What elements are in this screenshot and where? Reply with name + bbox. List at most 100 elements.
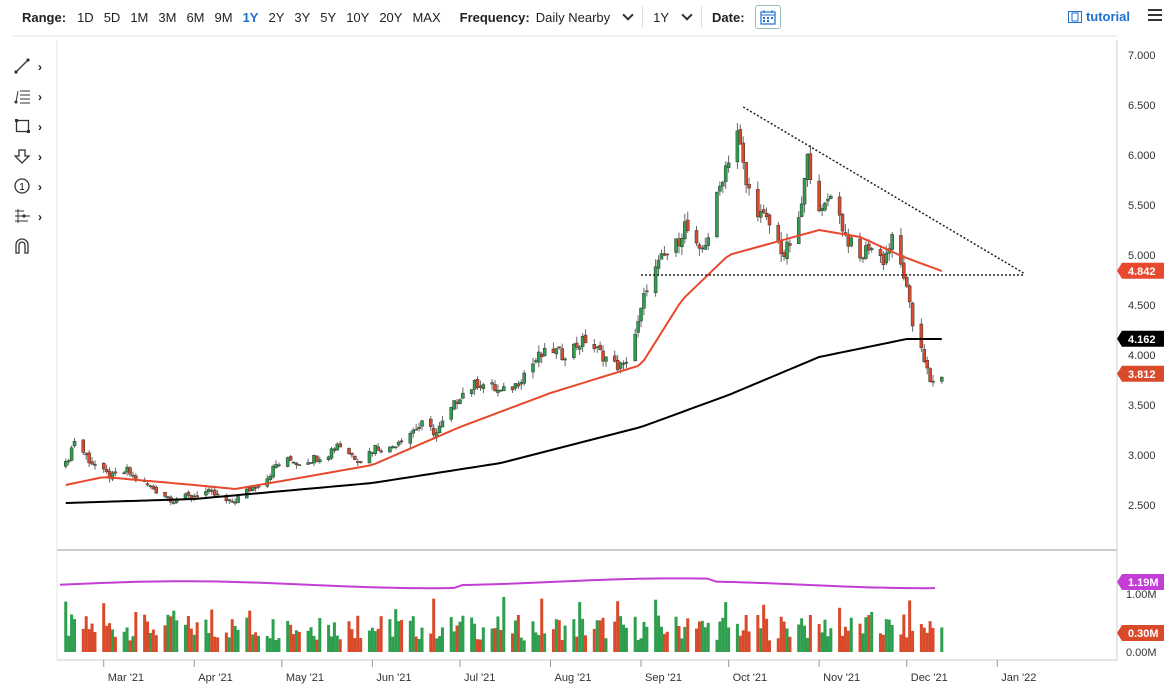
- volume-bar: [359, 637, 363, 652]
- candle-down: [747, 184, 751, 189]
- volume-bar: [189, 628, 193, 652]
- volume-bar: [703, 627, 707, 652]
- candle-up: [639, 307, 643, 322]
- candle-up: [227, 499, 232, 501]
- candle-down: [539, 353, 544, 358]
- candle-up: [131, 474, 135, 477]
- candle-up: [869, 248, 874, 250]
- candle-up: [618, 362, 623, 369]
- candle-down: [93, 464, 97, 466]
- candle-up: [64, 461, 68, 467]
- candle-up: [370, 452, 375, 455]
- volume-bar: [677, 626, 681, 652]
- volume-bar: [665, 631, 669, 652]
- candle-up: [513, 383, 518, 389]
- volume-bar: [762, 604, 766, 652]
- time-tick-label: Oct '21: [733, 672, 768, 684]
- volume-bar: [931, 627, 935, 652]
- volume-bar: [513, 620, 517, 652]
- candle-down: [905, 276, 909, 287]
- candle-down: [817, 180, 821, 212]
- volume-bar: [551, 629, 555, 652]
- volume-bar: [186, 616, 190, 652]
- volume-bar: [81, 628, 85, 652]
- volume-bar: [940, 627, 944, 652]
- volume-bar: [683, 626, 687, 652]
- volume-bar: [697, 621, 701, 652]
- candle-down: [910, 302, 915, 327]
- price-tick-label: 5.000: [1128, 250, 1156, 262]
- candle-down: [163, 491, 167, 497]
- candle-up: [656, 259, 661, 269]
- volume-bar: [367, 630, 371, 652]
- volume-bar: [727, 627, 731, 652]
- candle-up: [726, 162, 731, 168]
- volume-bar: [686, 618, 690, 652]
- candle-down: [741, 142, 745, 163]
- candle-down: [767, 214, 772, 226]
- price-tick-label: 5.500: [1128, 200, 1156, 212]
- candle-down: [516, 383, 521, 387]
- volume-tick-label: 1.00M: [1126, 589, 1157, 601]
- volume-bar: [511, 633, 515, 652]
- volume-bar: [785, 628, 789, 652]
- candle-up: [148, 485, 153, 487]
- candle-up: [256, 485, 261, 488]
- volume-bar: [759, 628, 763, 652]
- volume-bar: [645, 626, 649, 652]
- volume-bar: [172, 610, 176, 652]
- candle-down: [475, 379, 480, 388]
- candle-up: [537, 351, 541, 363]
- candle-up: [683, 221, 687, 240]
- volume-bar: [254, 632, 258, 652]
- volume-bar: [277, 638, 281, 652]
- volume-bar: [335, 635, 339, 652]
- volume-bar: [858, 623, 862, 652]
- candle-up: [481, 384, 486, 389]
- candle-down: [353, 455, 357, 460]
- candle-down: [776, 224, 781, 242]
- time-tick-label: Jun '21: [376, 672, 411, 684]
- volume-bar: [881, 634, 885, 652]
- price-label-text: 4.842: [1128, 266, 1156, 278]
- volume-bar: [251, 634, 255, 652]
- volume-bar: [654, 599, 658, 652]
- candle-down: [756, 189, 760, 218]
- candle-up: [849, 237, 854, 247]
- candle-up: [706, 237, 710, 246]
- candle-down: [376, 446, 380, 451]
- candle-down: [808, 153, 813, 180]
- candle-down: [922, 349, 927, 362]
- volume-bar: [265, 635, 269, 652]
- time-tick-label: Mar '21: [108, 672, 144, 684]
- candle-up: [367, 451, 372, 464]
- candle-down: [557, 346, 562, 349]
- candle-up: [542, 347, 547, 357]
- candle-up: [735, 130, 740, 163]
- candle-down: [764, 212, 769, 218]
- time-tick-label: Apr '21: [198, 672, 233, 684]
- price-tick-label: 6.500: [1128, 100, 1156, 112]
- volume-bar: [735, 623, 739, 652]
- candle-up: [329, 448, 334, 459]
- volume-bar: [765, 618, 769, 652]
- volume-bar: [347, 621, 351, 652]
- candle-down: [615, 359, 620, 371]
- volume-bar: [803, 625, 807, 652]
- volume-bar: [788, 636, 792, 652]
- volume-average-line: [59, 577, 936, 590]
- volume-bar: [563, 625, 567, 652]
- volume-bar: [245, 617, 249, 652]
- candle-down: [788, 243, 792, 246]
- candle-down: [592, 344, 597, 349]
- candle-up: [890, 234, 894, 250]
- candle-up: [718, 185, 722, 192]
- candle-down: [931, 380, 935, 383]
- volume-bar: [143, 614, 147, 652]
- candle-down: [291, 461, 296, 464]
- price-label-text: 3.812: [1128, 369, 1156, 381]
- candle-up: [204, 491, 208, 496]
- candle-down: [697, 244, 702, 249]
- volume-bar: [151, 629, 155, 652]
- candle-up: [411, 429, 416, 434]
